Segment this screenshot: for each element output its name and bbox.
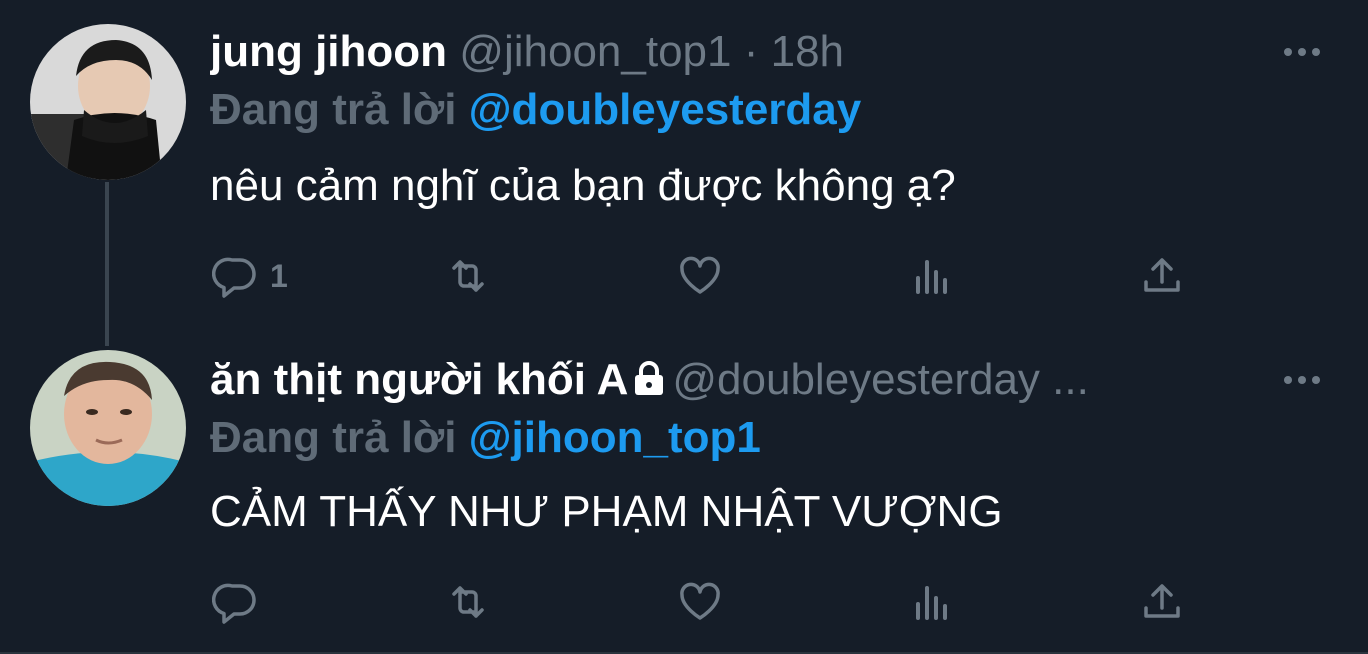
tweet-text: CẢM THẤY NHƯ PHẠM NHẬT VƯỢNG [210,487,1003,536]
replying-to-label: Đang trả lời [210,413,469,462]
lock-icon [632,354,666,410]
more-icon[interactable] [1278,28,1326,76]
display-name[interactable]: jung jihoon [210,27,447,76]
tweet-2[interactable]: ăn thịt người khối A @doubleyesterday ...… [0,330,1368,654]
reply-button[interactable]: 1 [212,246,288,306]
mention-link[interactable]: @doubleyesterday [469,85,862,134]
tweet-text: nêu cảm nghĩ của bạn được không ạ? [210,161,956,210]
tweet-header: jung jihoon @jihoon_top1 · 18h [210,24,1288,80]
tweet-1[interactable]: jung jihoon @jihoon_top1 · 18h Đang trả … [0,0,1368,346]
like-button[interactable] [676,572,724,632]
retweet-icon [452,586,484,618]
share-upload-icon [1144,584,1180,618]
reply-count: 1 [270,257,288,294]
analytics-bars-icon [916,586,947,620]
retweet-button[interactable] [444,246,492,306]
tweet-actions [0,572,1368,632]
share-upload-icon [1144,258,1180,292]
avatar[interactable] [30,350,186,506]
reply-bubble-icon [212,583,256,624]
user-handle[interactable]: @jihoon_top1 [459,27,731,76]
reply-button[interactable] [212,572,270,632]
share-button[interactable] [1138,246,1186,306]
avatar[interactable] [30,24,186,180]
separator: · [731,27,771,76]
heart-icon [680,256,720,294]
tweet-header: ăn thịt người khối A @doubleyesterday ... [210,352,1288,410]
replying-to: Đang trả lời @jihoon_top1 [210,410,761,466]
retweet-button[interactable] [444,572,492,632]
share-button[interactable] [1138,572,1186,632]
user-handle[interactable]: @doubleyesterday ... [672,355,1088,404]
analytics-bars-icon [916,260,947,294]
heart-icon [680,582,720,620]
analytics-button[interactable] [908,572,956,632]
timestamp[interactable]: 18h [771,27,844,76]
retweet-icon [452,260,484,292]
display-name[interactable]: ăn thịt người khối A [210,355,628,404]
replying-to-label: Đang trả lời [210,85,469,134]
more-icon[interactable] [1278,356,1326,404]
reply-bubble-icon [212,257,256,298]
analytics-button[interactable] [908,246,956,306]
replying-to: Đang trả lời @doubleyesterday [210,82,861,138]
like-button[interactable] [676,246,724,306]
tweet-actions: 1 [0,246,1368,306]
mention-link[interactable]: @jihoon_top1 [469,413,761,462]
